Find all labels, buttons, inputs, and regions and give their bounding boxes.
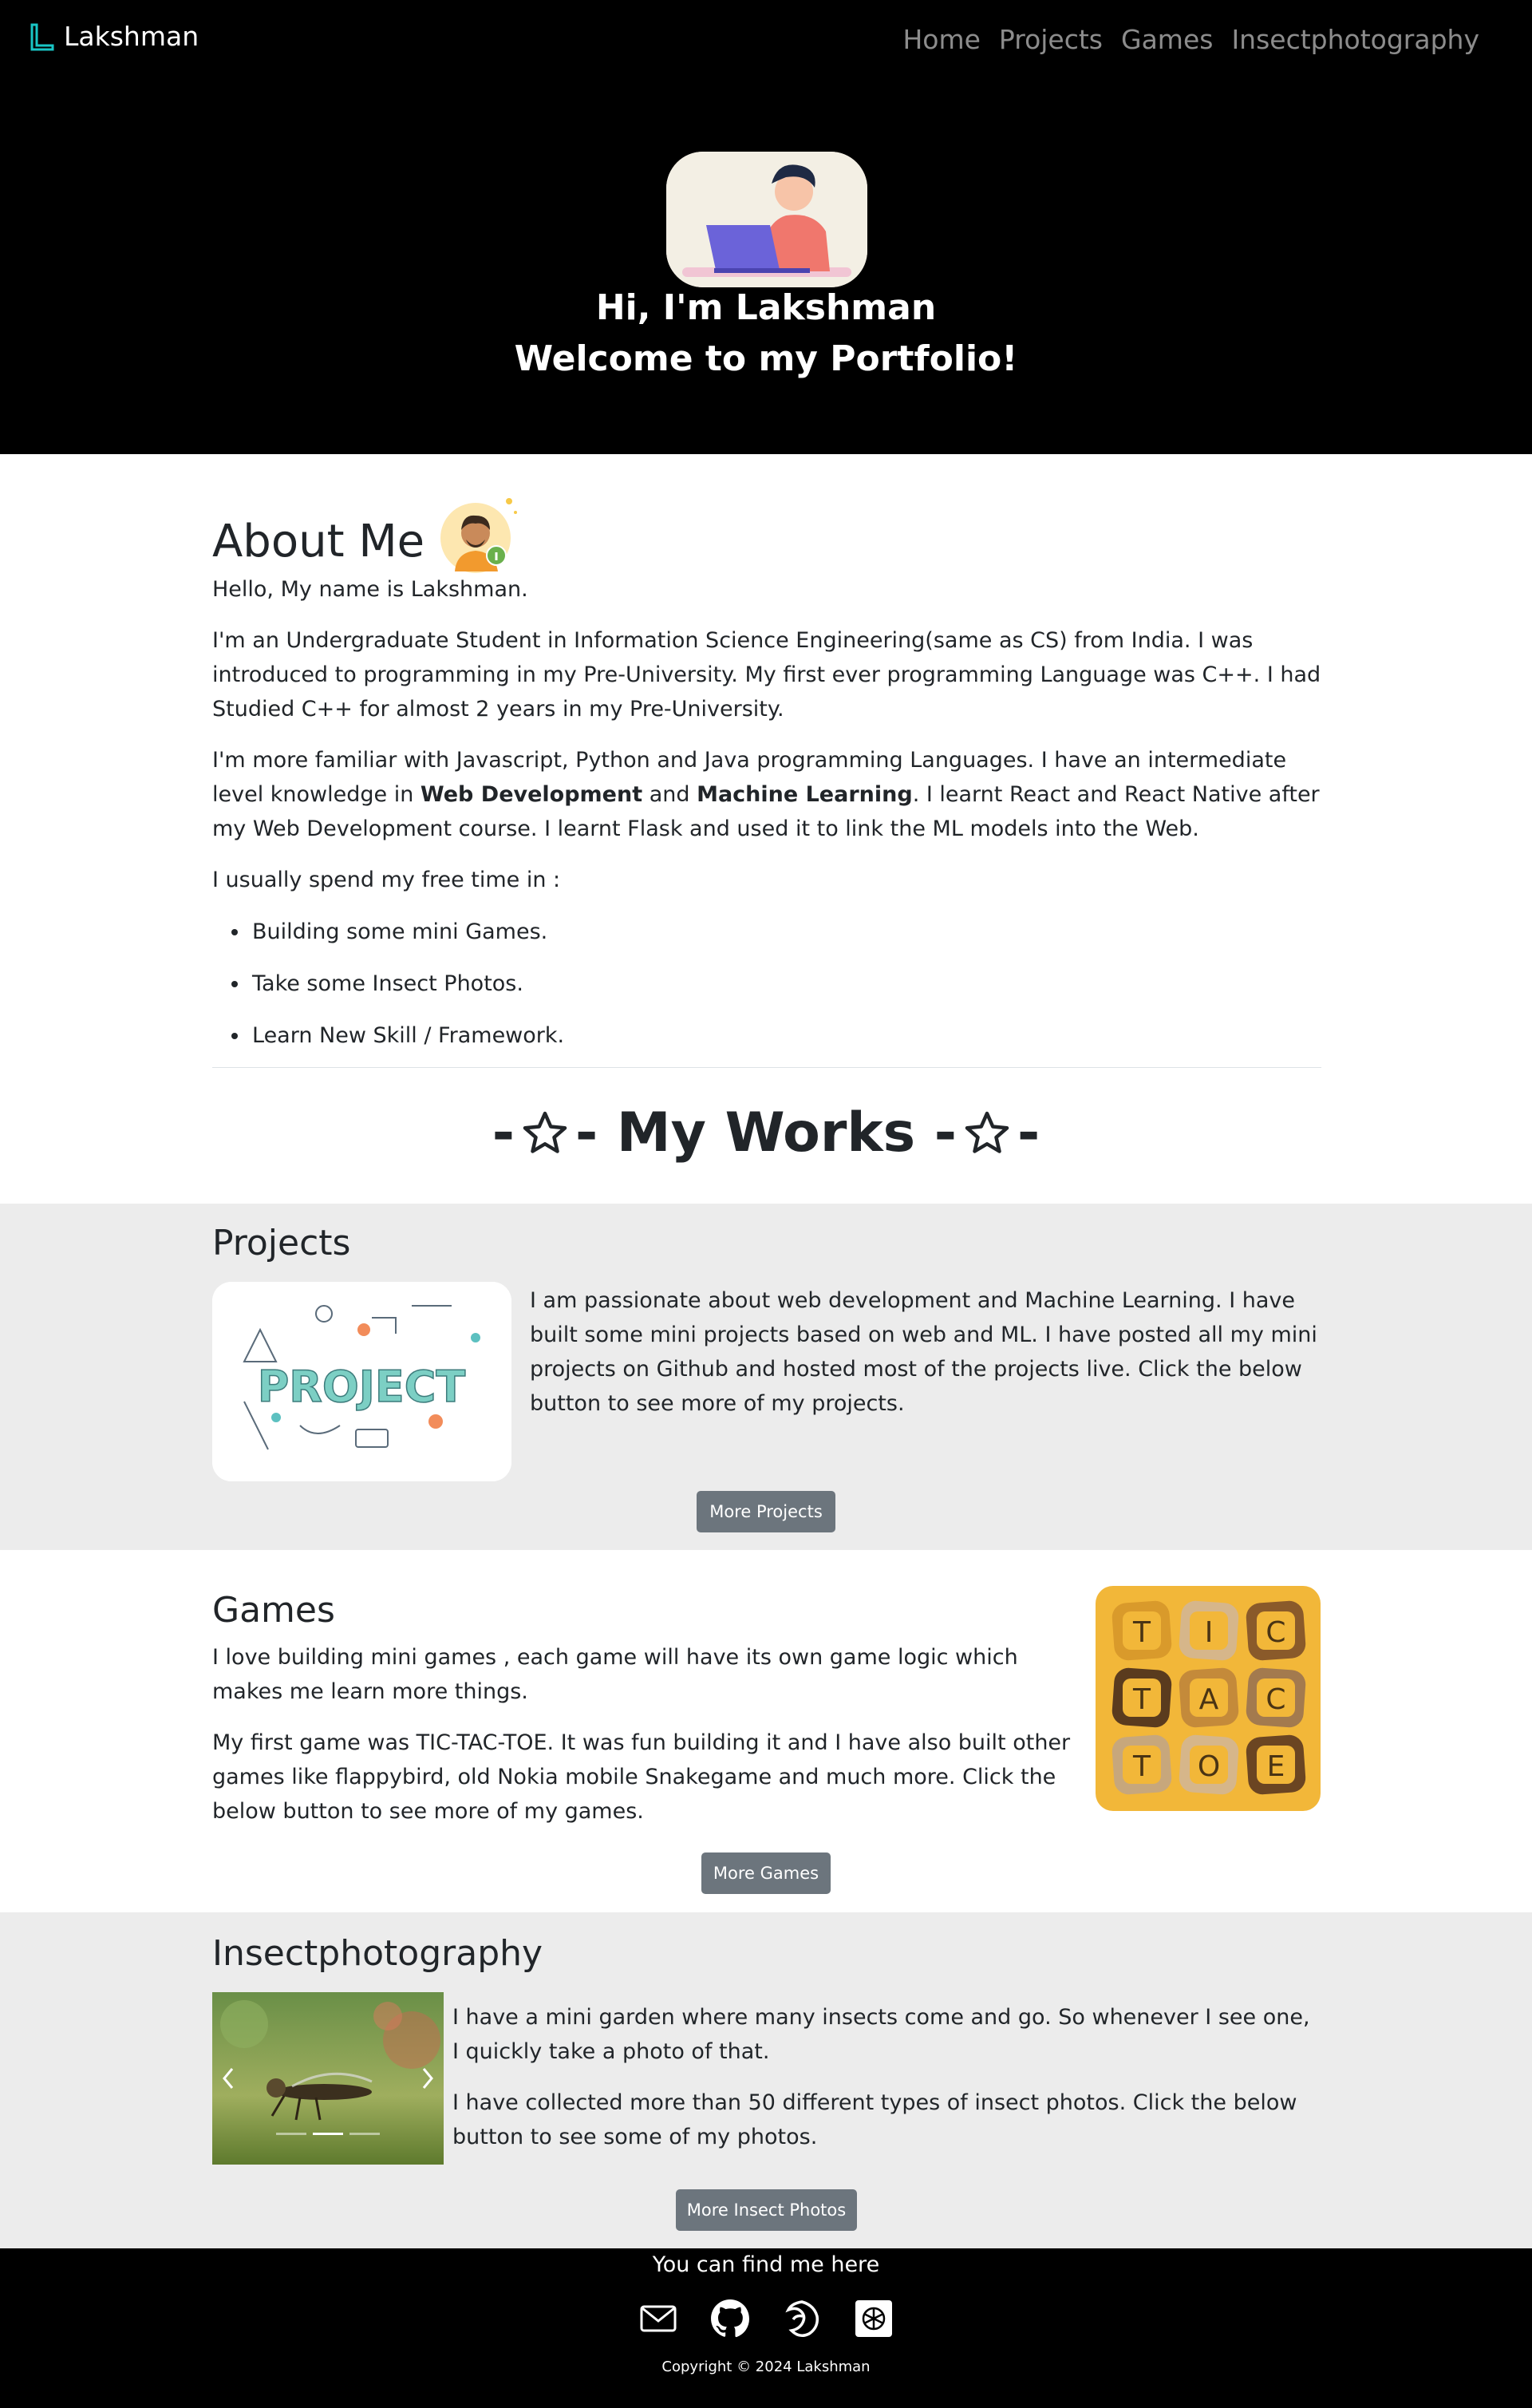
ttt-tile: I xyxy=(1179,1600,1239,1661)
insect-description-2: I have collected more than 50 different … xyxy=(452,2090,1297,2149)
ttt-tile: C xyxy=(1246,1667,1306,1728)
project-image-text: PROJECT xyxy=(258,1362,466,1412)
ttt-letter: T xyxy=(1132,1750,1151,1783)
about-heading: About Me xyxy=(212,498,518,581)
ttt-letter: E xyxy=(1267,1750,1285,1783)
brand-logo-icon xyxy=(30,23,54,50)
nav-link-games[interactable]: Games xyxy=(1121,21,1213,59)
about-skills: I'm more familiar with Javascript, Pytho… xyxy=(212,743,1321,846)
ttt-tile: T xyxy=(1111,1600,1172,1661)
works-dash-left: - xyxy=(492,1101,515,1164)
ttt-letter: T xyxy=(1132,1616,1151,1649)
footer-title: You can find me here xyxy=(652,2252,880,2277)
copyright: Copyright © 2024 Lakshman xyxy=(661,2359,871,2375)
projects-image: PROJECT xyxy=(212,1282,511,1481)
carousel-prev-icon[interactable] xyxy=(220,2066,236,2090)
more-insect-photos-button[interactable]: More Insect Photos xyxy=(676,2189,857,2231)
hero-welcome: Welcome to my Portfolio! xyxy=(514,338,1018,379)
projects-heading: Projects xyxy=(212,1223,351,1263)
games-heading: Games xyxy=(212,1590,335,1631)
nav-link-home[interactable]: Home xyxy=(902,21,980,59)
hero-avatar-image xyxy=(666,152,867,287)
openai-like-icon[interactable] xyxy=(854,2299,894,2339)
star-icon xyxy=(523,1111,567,1153)
mail-icon[interactable] xyxy=(638,2299,678,2339)
insect-photo-carousel[interactable] xyxy=(212,1992,444,2165)
carousel-indicator-active[interactable] xyxy=(313,2133,343,2135)
skill-machine-learning: Machine Learning xyxy=(697,782,913,807)
star-icon xyxy=(965,1111,1009,1153)
about-free-time: I usually spend my free time in : xyxy=(212,868,561,892)
brand-name: Lakshman xyxy=(64,21,199,52)
about-title-text: About Me xyxy=(212,515,425,567)
ttt-letter: O xyxy=(1198,1750,1220,1783)
more-games-button[interactable]: More Games xyxy=(701,1852,831,1894)
list-item: Learn New Skill / Framework. xyxy=(212,1018,564,1053)
ttt-tile: O xyxy=(1179,1734,1239,1795)
free-time-list: Building some mini Games. Take some Inse… xyxy=(212,915,564,1070)
games-description-1: I love building mini games , each game w… xyxy=(212,1645,1018,1704)
carousel-next-icon[interactable] xyxy=(420,2066,436,2090)
main-nav: Home Projects Games Insectphotography xyxy=(902,21,1479,59)
ttt-letter: A xyxy=(1199,1683,1219,1716)
codepen-like-icon[interactable] xyxy=(782,2299,822,2339)
ttt-letter: C xyxy=(1265,1683,1285,1716)
ttt-tile: C xyxy=(1246,1600,1306,1661)
section-divider xyxy=(212,1067,1321,1068)
ttt-tile: A xyxy=(1179,1667,1239,1728)
tic-tac-toe-image: T I C T A C T O E xyxy=(1096,1586,1321,1811)
works-dash-right: - xyxy=(1017,1101,1040,1164)
nav-link-insectphotography[interactable]: Insectphotography xyxy=(1231,21,1479,59)
insectphotography-heading: Insectphotography xyxy=(212,1933,543,1974)
ttt-tile: E xyxy=(1246,1734,1306,1795)
ttt-letter: I xyxy=(1205,1616,1214,1649)
github-icon[interactable] xyxy=(710,2299,750,2339)
navbar-brand[interactable]: Lakshman xyxy=(27,21,199,52)
insect-description-1: I have a mini garden where many insects … xyxy=(452,2005,1310,2064)
carousel-indicator[interactable] xyxy=(349,2133,380,2135)
carousel-indicator[interactable] xyxy=(276,2133,306,2135)
my-works-heading: - - My Works - - xyxy=(0,1101,1532,1164)
projects-description: I am passionate about web development an… xyxy=(530,1288,1317,1416)
ttt-tile: T xyxy=(1111,1667,1172,1728)
more-projects-button[interactable]: More Projects xyxy=(697,1491,835,1532)
ttt-tile: T xyxy=(1111,1734,1172,1795)
games-description-2: My first game was TIC-TAC-TOE. It was fu… xyxy=(212,1730,1071,1824)
skills-text-c: and xyxy=(642,782,697,807)
social-links xyxy=(0,2299,1532,2339)
about-avatar-icon xyxy=(440,498,518,573)
works-title-text: - My Works - xyxy=(575,1101,957,1164)
list-item: Take some Insect Photos. xyxy=(212,967,564,1001)
carousel-indicators xyxy=(276,2133,380,2135)
skill-web-development: Web Development xyxy=(420,782,643,807)
list-item: Building some mini Games. xyxy=(212,915,564,949)
nav-link-projects[interactable]: Projects xyxy=(999,21,1103,59)
ttt-letter: T xyxy=(1132,1683,1151,1716)
about-education: I'm an Undergraduate Student in Informat… xyxy=(212,628,1321,722)
about-intro: Hello, My name is Lakshman. xyxy=(212,577,528,602)
hero-greeting: Hi, I'm Lakshman xyxy=(595,287,937,328)
ttt-letter: C xyxy=(1265,1616,1285,1649)
